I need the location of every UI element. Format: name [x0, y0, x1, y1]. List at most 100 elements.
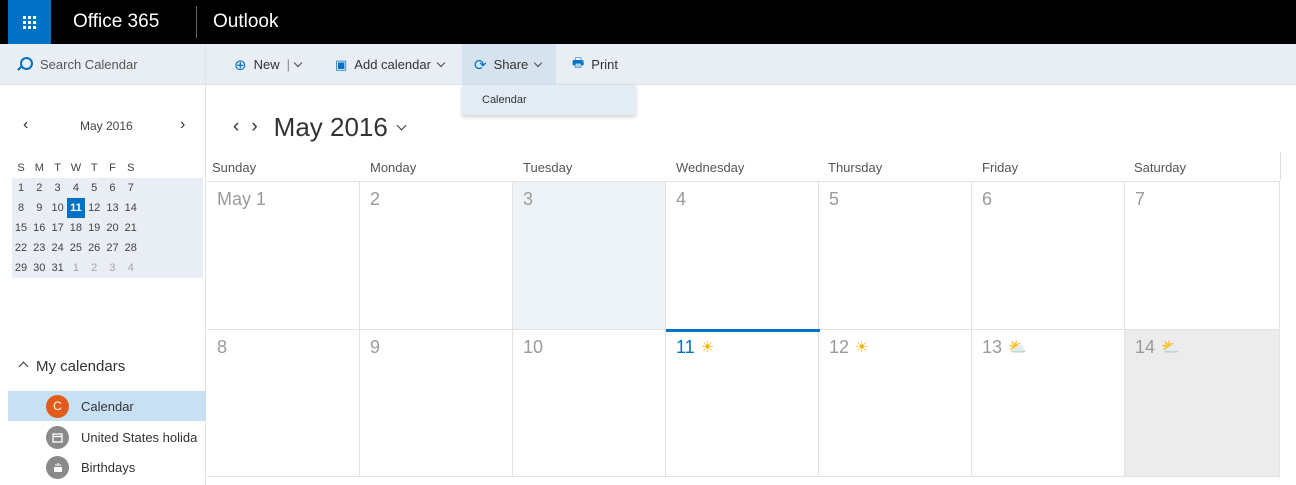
day-cell[interactable]: May 1 [207, 182, 360, 330]
mini-day-next-month[interactable]: 4 [122, 258, 140, 278]
mini-day[interactable]: 21 [122, 218, 140, 238]
mini-day[interactable]: 17 [49, 218, 67, 238]
day-number-text: 12 [829, 337, 850, 357]
mini-day[interactable]: 7 [122, 178, 140, 198]
calendar-list-item-birthdays[interactable]: Birthdays [8, 452, 206, 482]
mini-day[interactable]: 28 [122, 238, 140, 258]
day-number-text: 13 [982, 337, 1003, 357]
top-bar: Office 365 Outlook [0, 0, 1296, 44]
mini-day[interactable]: 26 [85, 238, 103, 258]
new-button[interactable]: ⊕ New | [234, 44, 303, 85]
day-cell[interactable]: 7 [1125, 182, 1280, 330]
search-box[interactable]: Search Calendar [8, 44, 206, 85]
office365-brand[interactable]: Office 365 [73, 11, 159, 33]
search-icon [16, 56, 33, 73]
mini-day-today[interactable]: 11 [66, 198, 85, 218]
day-cell[interactable]: 9 [360, 329, 513, 477]
mini-day[interactable]: 5 [85, 178, 103, 198]
mini-prev-month-button[interactable]: ‹ [23, 116, 28, 134]
sunny-icon: ☀ [700, 339, 715, 356]
day-number: 6 [982, 189, 993, 209]
day-cell[interactable]: 12 ☀ [819, 329, 972, 477]
day-cell[interactable]: 5 [819, 182, 972, 330]
mini-calendar-title[interactable]: May 2016 [80, 119, 133, 133]
day-number: 4 [676, 189, 687, 209]
month-navigation: ‹ › May 2016 [233, 107, 407, 147]
calendar-item-label: Birthdays [81, 459, 136, 475]
day-number: 5 [829, 189, 840, 209]
mini-weekday: F [109, 162, 116, 174]
mini-day[interactable]: 12 [85, 198, 103, 218]
mini-day[interactable]: 31 [49, 258, 67, 278]
mini-day[interactable]: 1 [12, 178, 30, 198]
day-number: 9 [370, 337, 381, 357]
share-menu-item-calendar[interactable]: Calendar [482, 94, 636, 106]
mini-week-row: 15 16 17 18 19 20 21 [12, 218, 203, 238]
mini-day[interactable]: 22 [12, 238, 30, 258]
day-number-text: 14 [1135, 337, 1156, 357]
chevron-up-icon [18, 361, 29, 372]
mini-day[interactable]: 24 [49, 238, 67, 258]
today-indicator [666, 329, 820, 332]
mini-day[interactable]: 18 [67, 218, 85, 238]
mini-day[interactable]: 4 [67, 178, 85, 198]
mini-day[interactable]: 19 [85, 218, 103, 238]
chevron-down-icon[interactable] [293, 58, 303, 67]
mini-day[interactable]: 10 [49, 198, 67, 218]
mini-day-next-month[interactable]: 2 [85, 258, 103, 278]
day-number: 2 [370, 189, 381, 209]
mini-day[interactable]: 14 [122, 198, 140, 218]
mini-day-next-month[interactable]: 3 [103, 258, 121, 278]
next-month-button[interactable]: › [251, 116, 257, 138]
app-launcher-button[interactable] [8, 0, 51, 44]
day-cell[interactable]: 2 [360, 182, 513, 330]
mini-next-month-button[interactable]: › [180, 116, 185, 134]
print-button[interactable]: 🖶 Print [572, 44, 618, 85]
mini-day[interactable]: 29 [12, 258, 30, 278]
my-calendars-label: My calendars [36, 358, 126, 375]
mini-day[interactable]: 2 [30, 178, 48, 198]
day-cell[interactable]: 3 [513, 182, 666, 330]
grid-bottom-border [207, 476, 1280, 477]
share-button[interactable]: ⟳ Share [462, 44, 556, 85]
mini-day[interactable]: 30 [30, 258, 48, 278]
mini-day[interactable]: 9 [30, 198, 48, 218]
calendar-list-item-holidays[interactable]: United States holidays [8, 422, 206, 452]
search-input[interactable]: Search Calendar [40, 57, 138, 72]
calendar-add-icon: ▣ [335, 56, 348, 72]
chevron-down-icon[interactable] [396, 120, 407, 130]
share-label: Share [493, 57, 529, 72]
mini-day-next-month[interactable]: 1 [67, 258, 85, 278]
mini-week-row: 29 30 31 1 2 3 4 [12, 258, 203, 278]
new-label: New [253, 57, 280, 72]
mini-day[interactable]: 23 [30, 238, 48, 258]
mini-day[interactable]: 3 [49, 178, 67, 198]
day-cell[interactable]: 10 [513, 329, 666, 477]
day-cell[interactable]: 8 [207, 329, 360, 477]
day-cell[interactable]: 4 [666, 182, 819, 330]
day-cell[interactable]: 6 [972, 182, 1125, 330]
mini-day[interactable]: 25 [67, 238, 85, 258]
mini-day[interactable]: 27 [103, 238, 121, 258]
command-bar: Search Calendar ⊕ New | ▣ Add calendar ⟳… [0, 44, 1296, 85]
mini-day[interactable]: 13 [103, 198, 121, 218]
mini-day[interactable]: 16 [30, 218, 48, 238]
new-separator: | [286, 57, 290, 72]
calendar-list-item-calendar[interactable]: C Calendar [8, 391, 206, 421]
month-title-dropdown[interactable]: May 2016 [274, 112, 388, 143]
mini-day[interactable]: 15 [12, 218, 30, 238]
mini-day[interactable]: 6 [103, 178, 121, 198]
day-cell-today[interactable]: 11 ☀ [666, 329, 819, 477]
add-calendar-button[interactable]: ▣ Add calendar [335, 44, 446, 85]
day-cell[interactable]: 13 ⛅ [972, 329, 1125, 477]
mini-day[interactable]: 20 [103, 218, 121, 238]
calendar-badge: C [46, 394, 69, 418]
app-name[interactable]: Outlook [213, 11, 278, 33]
day-cell[interactable]: 14 ⛅ [1125, 329, 1280, 477]
weekday-header: Wednesday [676, 160, 745, 175]
left-pane: ‹ May 2016 › S M T W T F S 1 2 3 4 5 6 7… [8, 85, 206, 485]
prev-month-button[interactable]: ‹ [233, 116, 239, 138]
mini-calendar-grid: S M T W T F S 1 2 3 4 5 6 7 8 9 10 11 12… [12, 158, 203, 278]
mini-day[interactable]: 8 [12, 198, 30, 218]
my-calendars-toggle[interactable]: My calendars [18, 358, 126, 375]
